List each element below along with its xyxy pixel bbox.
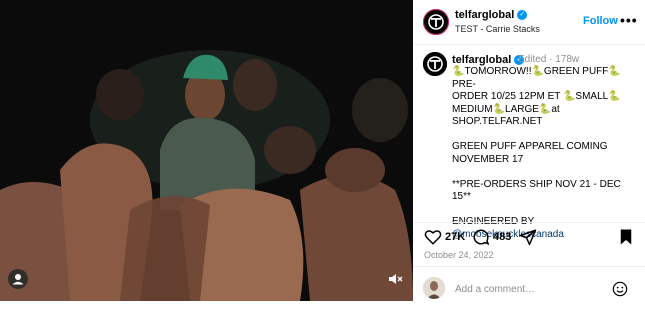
mute-icon — [389, 274, 403, 284]
caption: telfarglobal ✓ Edited · 178w 🐍TOMORROW!!🐍… — [413, 44, 645, 240]
telfar-logo — [423, 52, 447, 76]
comment-icon[interactable] — [472, 228, 490, 246]
like-count[interactable]: 27K — [445, 231, 465, 243]
caption-line: GREEN PUFF APPAREL COMING — [452, 141, 608, 152]
heart-icon[interactable] — [424, 228, 442, 246]
comment-count[interactable]: 483 — [493, 231, 511, 243]
comment-box: Add a comment… — [413, 266, 645, 312]
caption-line: SHOP.TELFAR.NET — [452, 116, 543, 127]
caption-username-text[interactable]: telfarglobal — [452, 54, 511, 66]
viewer-avatar-image — [423, 277, 445, 299]
more-options-icon[interactable]: ••• — [620, 12, 638, 28]
mute-button[interactable] — [385, 269, 405, 289]
tagged-users-button[interactable] — [8, 269, 28, 289]
caption-text: 🐍TOMORROW!!🐍GREEN PUFF🐍PRE- ORDER 10/25 … — [452, 66, 640, 241]
caption-line: NOVEMBER 17 — [452, 153, 524, 165]
follow-button[interactable]: Follow — [583, 15, 618, 27]
caption-line: ORDER 10/25 12PM ET 🐍SMALL🐍 — [452, 91, 621, 102]
caption-username[interactable]: telfarglobal ✓ — [452, 54, 525, 66]
user-icon — [12, 274, 24, 285]
verified-icon: ✓ — [517, 10, 528, 21]
action-bar: 27K 483 — [413, 222, 645, 251]
emoji-icon[interactable] — [612, 281, 628, 297]
header-username-text[interactable]: telfarglobal — [455, 9, 514, 21]
caption-line: MEDIUM🐍LARGE🐍at — [452, 103, 560, 115]
caption-line: **PRE-ORDERS SHIP NOV 21 - DEC 15** — [452, 178, 621, 203]
share-icon[interactable] — [519, 228, 537, 246]
header-username[interactable]: telfarglobal ✓ — [455, 9, 528, 21]
profile-avatar[interactable] — [423, 9, 449, 35]
post-video[interactable] — [0, 0, 413, 301]
audio-label[interactable]: TEST - Carrie Stacks — [455, 24, 540, 34]
video-frame — [0, 0, 413, 301]
post-date[interactable]: October 24, 2022 — [424, 250, 494, 260]
caption-meta: Edited · 178w — [518, 54, 580, 65]
telfar-logo — [423, 9, 449, 35]
comment-input[interactable]: Add a comment… — [455, 284, 535, 295]
post-header: telfarglobal ✓ TEST - Carrie Stacks Follo… — [413, 0, 645, 45]
bookmark-icon[interactable] — [618, 228, 634, 246]
caption-line: 🐍TOMORROW!!🐍GREEN PUFF🐍PRE- — [452, 66, 621, 90]
post-sidebar: telfarglobal ✓ TEST - Carrie Stacks Follo… — [413, 0, 645, 311]
caption-avatar[interactable] — [423, 52, 447, 76]
viewer-avatar — [423, 277, 445, 299]
